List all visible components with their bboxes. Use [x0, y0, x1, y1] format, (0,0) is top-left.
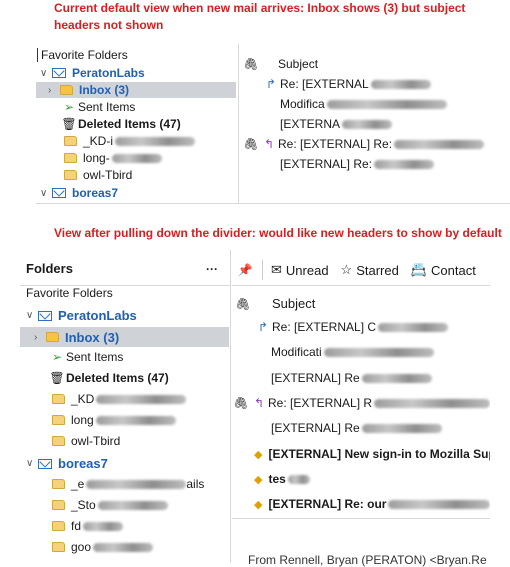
- folder-kd[interactable]: _KD-i: [64, 134, 236, 148]
- account-boreas7[interactable]: ∨ boreas7: [40, 186, 235, 200]
- folder-kd[interactable]: _KD: [52, 392, 228, 406]
- mail-account-icon: [52, 68, 66, 78]
- message-row[interactable]: ↱ Re: [EXTERNAL: [262, 77, 510, 91]
- message-row[interactable]: [EXTERNAL] Re: [271, 371, 490, 385]
- folder-sent[interactable]: ➢ Sent Items: [48, 350, 228, 364]
- reply-arrow-icon: ↱: [265, 77, 277, 91]
- star-outline-icon: ☆: [340, 262, 353, 277]
- folder-boreas-1[interactable]: _e ails: [52, 477, 228, 491]
- message-row[interactable]: Modificati: [271, 345, 490, 359]
- folder-icon: [52, 394, 65, 404]
- quick-filter-toolbar: 📌 ✉ Unread ☆ Starred 📇 Contact: [236, 260, 490, 280]
- message-row-new[interactable]: ◆ [EXTERNAL] Re: our: [254, 497, 490, 511]
- subject-column-header[interactable]: 🖇 Subject: [234, 296, 490, 311]
- inbox-icon: [46, 332, 59, 342]
- message-row[interactable]: 🖇 ↰ Re: [EXTERNAL] Re:: [242, 137, 510, 151]
- inbox-icon: [60, 85, 73, 95]
- folder-owl[interactable]: owl-Tbird: [52, 434, 228, 448]
- new-message-star-icon: ◆: [254, 498, 263, 511]
- mail-account-icon: [52, 188, 66, 198]
- chevron-right-icon[interactable]: ›: [48, 85, 60, 96]
- folder-boreas-3[interactable]: fd: [52, 519, 228, 533]
- chevron-down-icon[interactable]: ∨: [26, 458, 38, 469]
- folder-inbox[interactable]: › Inbox (3): [36, 82, 236, 98]
- folder-boreas-2[interactable]: _Sto: [52, 498, 228, 512]
- folder-inbox[interactable]: › Inbox (3): [20, 327, 229, 347]
- new-message-star-icon: ◆: [254, 473, 263, 486]
- paperclip-icon: 🖇: [235, 296, 251, 311]
- mail-account-icon: [38, 458, 52, 469]
- top-caption: Current default view when new mail arriv…: [54, 1, 466, 32]
- favorite-folders-header: Favorite Folders: [41, 48, 128, 62]
- message-row-new[interactable]: ◆ tes: [254, 472, 490, 486]
- contact-filter-button[interactable]: 📇 Contact: [411, 262, 476, 278]
- trash-icon: 🗑: [61, 117, 77, 131]
- unread-filter-button[interactable]: ✉ Unread: [271, 262, 329, 278]
- envelope-icon: ✉: [271, 262, 282, 277]
- chevron-right-icon[interactable]: ›: [34, 332, 46, 343]
- folder-boreas-4[interactable]: goo: [52, 540, 228, 554]
- message-row-new[interactable]: ◆ [EXTERNAL] New sign-in to Mozilla Sup: [254, 447, 490, 461]
- pin-icon[interactable]: 📌: [236, 263, 254, 277]
- reply-icon: ↰: [253, 396, 265, 410]
- account-peratonlabs[interactable]: ∨ PeratonLabs: [26, 308, 226, 323]
- folders-pane-header: Folders ···: [26, 261, 226, 276]
- message-row[interactable]: [EXTERNAL] Re:: [280, 157, 510, 171]
- folders-title: Folders: [26, 261, 73, 276]
- folder-sent[interactable]: ➢ Sent Items: [60, 100, 235, 114]
- contact-card-icon: 📇: [410, 262, 428, 277]
- bottom-screenshot: Folders ··· 📌 ✉ Unread ☆ Starred 📇 Contact …: [20, 250, 490, 567]
- folder-deleted[interactable]: 🗑 Deleted Items (47): [48, 371, 228, 385]
- trash-icon: 🗑: [49, 371, 65, 385]
- message-row[interactable]: 🖇 ↰ Re: [EXTERNAL] R: [232, 396, 490, 410]
- send-icon: ➢: [51, 350, 63, 364]
- folder-long[interactable]: long: [52, 413, 228, 427]
- chevron-down-icon[interactable]: ∨: [26, 310, 38, 321]
- folder-icon: [52, 479, 65, 489]
- subject-column-header[interactable]: 🖇 Subject: [242, 57, 510, 71]
- reply-icon: ↰: [263, 137, 275, 151]
- folder-icon: [52, 436, 65, 446]
- account-boreas7[interactable]: ∨ boreas7: [26, 456, 226, 471]
- account-peratonlabs[interactable]: ∨ PeratonLabs: [40, 66, 235, 80]
- folder-icon: [52, 521, 65, 531]
- paperclip-icon: 🖇: [243, 137, 259, 151]
- bottom-caption: View after pulling down the divider: wou…: [54, 226, 502, 240]
- message-preview-from: From Rennell, Bryan (PERATON) <Bryan.Re: [248, 553, 487, 567]
- message-row[interactable]: [EXTERNAL] Re: [271, 421, 490, 435]
- folder-icon: [64, 136, 77, 146]
- mail-account-icon: [38, 310, 52, 321]
- folder-icon: [52, 542, 65, 552]
- message-row[interactable]: [EXTERNA: [280, 117, 510, 131]
- paperclip-icon: 🖇: [233, 396, 249, 410]
- folder-icon: [64, 153, 77, 163]
- paperclip-icon: 🖇: [243, 57, 259, 71]
- message-row[interactable]: Modifica: [280, 97, 510, 111]
- starred-filter-button[interactable]: ☆ Starred: [341, 262, 399, 278]
- folder-icon: [52, 415, 65, 425]
- reply-arrow-icon: ↱: [257, 320, 269, 334]
- chevron-down-icon[interactable]: ∨: [40, 188, 52, 199]
- chevron-down-icon[interactable]: ∨: [40, 68, 52, 79]
- more-options-button[interactable]: ···: [206, 262, 218, 276]
- folder-long[interactable]: long-: [64, 151, 236, 165]
- favorite-folders-header: Favorite Folders: [26, 286, 113, 300]
- folder-icon: [52, 500, 65, 510]
- new-message-star-icon: ◆: [254, 448, 263, 461]
- folder-icon: [64, 170, 77, 180]
- message-row[interactable]: ↱ Re: [EXTERNAL] C: [254, 320, 490, 334]
- send-icon: ➢: [63, 100, 75, 114]
- top-screenshot: Favorite Folders ∨ PeratonLabs › Inbox (…: [36, 44, 510, 204]
- folder-owl[interactable]: owl-Tbird: [64, 168, 236, 182]
- folder-deleted[interactable]: 🗑 Deleted Items (47): [60, 117, 235, 131]
